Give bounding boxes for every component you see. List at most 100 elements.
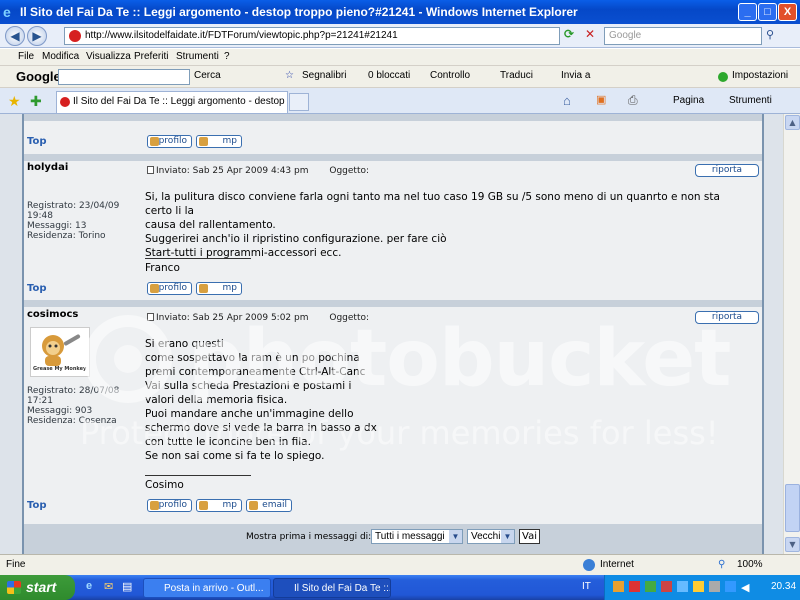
globe-icon: [583, 559, 595, 571]
post-icon: [147, 166, 154, 174]
menu-bar: File Modifica Visualizza Preferiti Strum…: [0, 49, 800, 66]
scroll-thumb[interactable]: [785, 484, 800, 532]
post-author[interactable]: holydai: [27, 162, 68, 173]
quicklaunch-outlook-icon[interactable]: ✉: [104, 580, 113, 593]
avatar: Grease My Monkey: [30, 327, 90, 377]
tray-icon[interactable]: [661, 581, 672, 592]
close-button[interactable]: X: [778, 3, 797, 21]
clock[interactable]: 20.34: [771, 581, 796, 592]
maximize-button[interactable]: □: [758, 3, 777, 21]
forward-button[interactable]: ▶: [27, 26, 47, 46]
home-icon[interactable]: ⌂: [563, 93, 571, 108]
top-link[interactable]: Top: [27, 500, 47, 511]
search-input[interactable]: Google: [604, 27, 762, 45]
profile-button[interactable]: profilo: [147, 135, 192, 148]
menu-file[interactable]: File: [18, 51, 34, 62]
email-button[interactable]: email: [246, 499, 292, 512]
translate-button[interactable]: Traduci: [500, 70, 533, 81]
zoom-level[interactable]: 100%: [737, 559, 763, 570]
scroll-up-icon[interactable]: ▲: [785, 115, 800, 130]
top-link[interactable]: Top: [27, 283, 47, 294]
tray-icon[interactable]: [613, 581, 624, 592]
scroll-down-icon[interactable]: ▼: [785, 537, 800, 552]
back-button[interactable]: ◀: [5, 26, 25, 46]
add-favorites-icon[interactable]: ✚: [30, 93, 42, 110]
url-text: http://www.ilsitodelfaidate.it/FDTForum/…: [85, 30, 398, 41]
profile-button[interactable]: profilo: [147, 499, 192, 512]
pm-button[interactable]: mp: [196, 135, 242, 148]
page-viewport: Top profilo mp holydai Registrato: 23/04…: [0, 114, 783, 554]
menu-preferiti[interactable]: Preferiti: [134, 51, 168, 62]
google-search-input[interactable]: [58, 69, 190, 85]
start-button[interactable]: start: [0, 575, 75, 600]
refresh-icon[interactable]: ⟳: [564, 27, 580, 43]
pm-icon: [199, 137, 208, 146]
post-author[interactable]: cosimocs: [27, 309, 78, 320]
avatar-caption: Grease My Monkey: [33, 366, 87, 372]
menu-visualizza[interactable]: Visualizza: [86, 51, 131, 62]
quicklaunch-desktop-icon[interactable]: ▤: [122, 580, 132, 593]
volume-icon[interactable]: ◀: [741, 581, 749, 594]
vertical-scrollbar[interactable]: ▲ ▼: [783, 114, 800, 554]
menu-modifica[interactable]: Modifica: [42, 51, 79, 62]
send-button[interactable]: Invia a: [561, 70, 590, 81]
tray-icon[interactable]: [645, 581, 656, 592]
window-title: Il Sito del Fai Da Te :: Leggi argomento…: [20, 5, 578, 19]
quicklaunch-ie-icon[interactable]: e: [86, 580, 92, 592]
bookmarks-button[interactable]: Segnalibri: [302, 70, 346, 81]
tray-icon[interactable]: [677, 581, 688, 592]
report-button[interactable]: riporta: [695, 311, 759, 324]
author-meta: Registrato: 28/07/08 17:21 Messaggi: 903…: [27, 386, 120, 426]
windows-flag-icon: [7, 581, 21, 594]
popup-blocked-button[interactable]: 0 bloccati: [368, 70, 410, 81]
taskbar: start e ✉ ▤ Posta in arrivo - Outl... Il…: [0, 575, 800, 600]
profile-icon: [150, 284, 159, 293]
profile-icon: [150, 137, 159, 146]
signature-divider: [145, 258, 251, 259]
menu-strumenti[interactable]: Strumenti: [176, 51, 219, 62]
profile-button[interactable]: profilo: [147, 282, 192, 295]
task-ie-active[interactable]: Il Sito del Fai Da Te ::...: [273, 578, 391, 598]
top-link[interactable]: Top: [27, 136, 47, 147]
tools-menu[interactable]: Strumenti: [729, 95, 772, 106]
pm-icon: [199, 501, 208, 510]
status-text: Fine: [6, 559, 26, 570]
minimize-button[interactable]: _: [738, 3, 757, 21]
search-icon[interactable]: ⚲: [766, 28, 782, 44]
menu-help[interactable]: ?: [224, 51, 230, 62]
report-button[interactable]: riporta: [695, 164, 759, 177]
tray-icon[interactable]: [629, 581, 640, 592]
filter-select[interactable]: Tutti i messaggi ▼: [371, 529, 463, 544]
profile-icon: [150, 501, 159, 510]
print-icon[interactable]: ⎙: [628, 93, 638, 108]
order-select[interactable]: Vecchi ▼: [467, 529, 515, 544]
post-icon: [147, 313, 154, 321]
pm-button[interactable]: mp: [196, 499, 242, 512]
favorites-star-icon[interactable]: ★: [8, 93, 21, 110]
tray-icon[interactable]: [725, 581, 736, 592]
language-indicator[interactable]: IT: [582, 581, 591, 592]
post-signature: Franco: [145, 262, 180, 274]
pm-icon: [199, 284, 208, 293]
tab-active[interactable]: Il Sito del Fai Da Te :: Leggi argomento…: [56, 91, 288, 113]
chevron-down-icon: ▼: [449, 530, 462, 543]
settings-button[interactable]: Impostazioni: [732, 70, 788, 81]
tray-icon[interactable]: [693, 581, 704, 592]
task-outlook[interactable]: Posta in arrivo - Outl...: [143, 578, 271, 598]
go-button[interactable]: Vai: [519, 529, 540, 544]
url-input[interactable]: http://www.ilsitodelfaidate.it/FDTForum/…: [64, 27, 560, 45]
spellcheck-button[interactable]: Controllo: [430, 70, 470, 81]
page-menu[interactable]: Pagina: [673, 95, 704, 106]
row-separator: [24, 114, 762, 121]
pm-button[interactable]: mp: [196, 282, 242, 295]
feeds-icon[interactable]: ▣: [596, 93, 606, 106]
system-tray: ◀ 20.34: [604, 575, 800, 600]
google-search-button[interactable]: Cerca: [194, 70, 221, 81]
author-meta: Registrato: 23/04/09 19:48 Messaggi: 13 …: [27, 201, 120, 241]
post-info: Inviato: Sab 25 Apr 2009 4:43 pm Oggetto…: [147, 166, 369, 176]
post-signature: Cosimo: [145, 479, 184, 491]
zone-text: Internet: [600, 559, 634, 570]
tray-icon[interactable]: [709, 581, 720, 592]
new-tab-button[interactable]: [289, 93, 309, 111]
stop-icon[interactable]: ✕: [585, 27, 599, 43]
